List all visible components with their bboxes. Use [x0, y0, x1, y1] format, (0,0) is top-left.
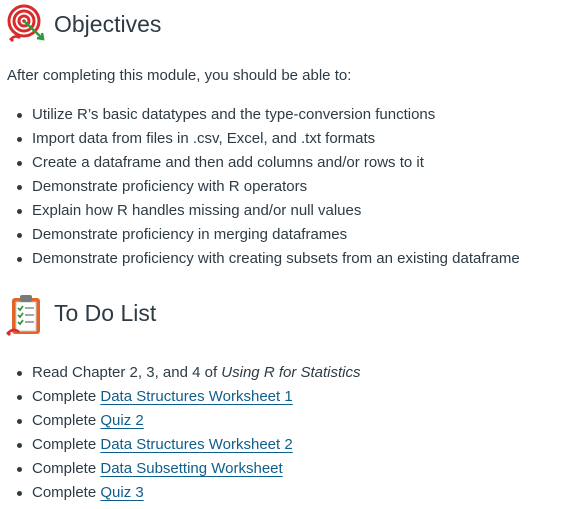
data-structures-worksheet-1-link[interactable]: Data Structures Worksheet 1 — [100, 388, 292, 405]
todo-item: Read Chapter 2, 3, and 4 of Using R for … — [0, 363, 361, 387]
todo-item: Complete Quiz 2 — [0, 411, 361, 435]
todo-item-text: Complete — [32, 460, 101, 477]
objective-item: Demonstrate proficiency with R operators — [0, 177, 520, 201]
objectives-intro: After completing this module, you should… — [7, 67, 352, 84]
todo-item: Complete Data Structures Worksheet 2 — [0, 435, 361, 459]
todo-title: To Do List — [54, 299, 157, 326]
objective-item: Import data from files in .csv, Excel, a… — [0, 129, 520, 153]
todo-item: Complete Data Subsetting Worksheet — [0, 459, 361, 483]
todo-item-text: Read Chapter 2, 3, and 4 of — [32, 364, 222, 381]
quiz-3-link[interactable]: Quiz 3 — [100, 484, 143, 501]
todo-item-text: Complete — [32, 436, 101, 453]
quiz-2-link[interactable]: Quiz 2 — [100, 412, 143, 429]
clipboard-checklist-icon — [6, 293, 46, 336]
data-structures-worksheet-2-link[interactable]: Data Structures Worksheet 2 — [100, 436, 292, 453]
objective-item: Explain how R handles missing and/or nul… — [0, 201, 520, 225]
todo-item-text: Complete — [32, 388, 101, 405]
objective-item: Create a dataframe and then add columns … — [0, 153, 520, 177]
book-title: Using R for Statistics — [221, 364, 361, 381]
todo-item: Complete Data Structures Worksheet 1 — [0, 387, 361, 411]
todo-item-text: Complete — [32, 484, 101, 501]
objectives-header: Objectives — [6, 4, 161, 44]
objectives-list: Utilize R’s basic datatypes and the type… — [0, 105, 520, 273]
objective-item: Utilize R’s basic datatypes and the type… — [0, 105, 520, 129]
objectives-title: Objectives — [54, 10, 162, 37]
todo-item-text: Complete — [32, 412, 101, 429]
target-icon — [6, 4, 46, 44]
objective-item: Demonstrate proficiency in merging dataf… — [0, 225, 520, 249]
todo-list: Read Chapter 2, 3, and 4 of Using R for … — [0, 363, 361, 507]
data-subsetting-worksheet-link[interactable]: Data Subsetting Worksheet — [100, 460, 282, 477]
objective-item: Demonstrate proficiency with creating su… — [0, 249, 520, 273]
todo-item: Complete Quiz 3 — [0, 483, 361, 507]
todo-header: To Do List — [6, 293, 157, 336]
